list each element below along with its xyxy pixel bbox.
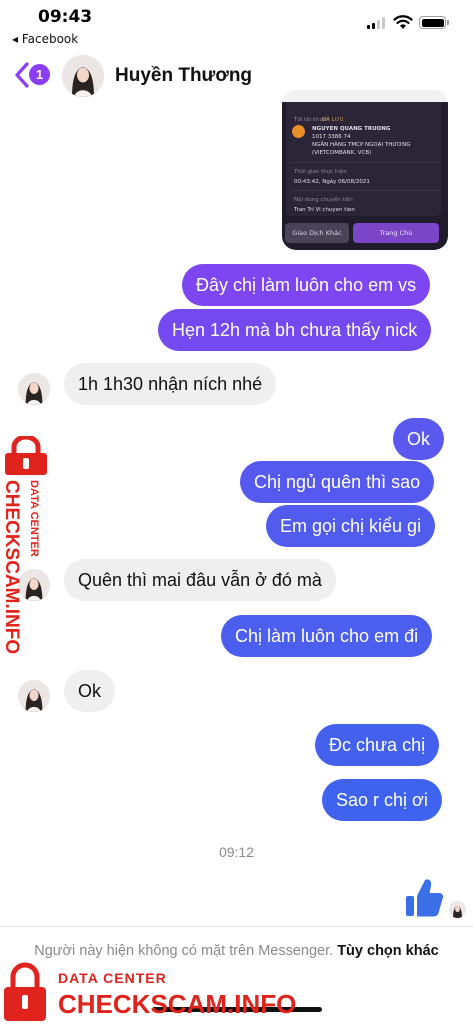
signal-icon <box>367 17 385 29</box>
watermark-line1: DATA CENTER <box>58 970 167 986</box>
watermark-line2: CHECKSCAM.INFO <box>58 989 297 1019</box>
home-button: Trang Chủ <box>353 223 439 243</box>
message-bubble-outgoing[interactable]: Em gọi chị kiểu gi <box>266 505 436 547</box>
conversation-header: 1 Huyền Thương <box>0 50 473 102</box>
status-bar: 09:43 ◂ Facebook <box>0 0 473 50</box>
message-bubble-outgoing[interactable]: Sao r chị ơi <box>322 779 442 821</box>
divider <box>290 190 440 191</box>
status-time: 09:43 <box>38 7 93 27</box>
unread-count-badge[interactable]: 1 <box>29 64 50 85</box>
lock-icon <box>4 962 46 1021</box>
more-options-link[interactable]: Tùy chọn khác <box>337 943 439 959</box>
notice-text: Người này hiện không có mặt trên Messeng… <box>34 943 334 959</box>
message-timestamp: 09:12 <box>218 844 255 860</box>
content-value: Tran Tri Vi chuyen tien <box>294 207 355 213</box>
account-number: 1017 3386 74 <box>312 134 351 140</box>
bank-name: NGÂN HÀNG TMCP NGOẠI THƯƠNG <box>312 142 411 148</box>
message-bubble-outgoing[interactable]: Ok <box>393 418 445 460</box>
other-transaction-button: Giao Dịch Khác <box>285 223 349 243</box>
time-label: Thời gian thực hiện <box>294 169 347 175</box>
message-bubble-incoming[interactable]: Ok <box>64 670 116 712</box>
bank-logo <box>292 125 305 138</box>
message-bubble-outgoing[interactable]: Đc chưa chị <box>315 724 440 766</box>
back-to-app-link[interactable]: ◂ Facebook <box>12 32 78 46</box>
message-bubble-outgoing[interactable]: Đây chị làm luôn cho em vs <box>182 264 431 306</box>
watermark-bottom: DATA CENTER CHECKSCAM.INFO <box>0 962 300 1024</box>
svg-text:CHECKSCAM.INFO: CHECKSCAM.INFO <box>1 480 22 654</box>
battery-icon <box>419 16 449 29</box>
content-label: Nội dung chuyển tiền <box>294 197 353 203</box>
time-value: 00:43:42, Ngày 06/08/2021 <box>294 179 370 185</box>
avatar[interactable] <box>62 55 104 97</box>
watermark-side: CHECKSCAM.INFO DATA CENTER <box>0 436 56 676</box>
lock-icon <box>5 436 47 475</box>
image-attachment[interactable]: Tới tài khoản ĐÃ LƯU NGUYEN QUANG TRUONG… <box>282 90 448 250</box>
watermark-vertical-text: CHECKSCAM.INFO DATA CENTER <box>1 480 40 654</box>
wifi-icon <box>393 15 413 29</box>
notice-text-container: Người này hiện không có mặt trên Messeng… <box>30 940 443 962</box>
contact-name[interactable]: Huyền Thương <box>115 65 252 87</box>
message-bubble-incoming[interactable]: 1h 1h30 nhận ních nhé <box>64 363 277 405</box>
message-bubble-outgoing[interactable]: Chị làm luôn cho em đi <box>221 615 433 657</box>
recipient-name: NGUYEN QUANG TRUONG <box>312 126 391 132</box>
avatar <box>18 680 50 712</box>
seen-avatar <box>449 901 466 918</box>
svg-text:DATA CENTER: DATA CENTER <box>28 480 40 557</box>
message-bubble-outgoing[interactable]: Hẹn 12h mà bh chưa thấy nick <box>158 309 432 351</box>
like-icon[interactable] <box>404 876 444 918</box>
message-bubble-outgoing[interactable]: Chị ngủ quên thì sao <box>240 461 435 503</box>
divider <box>290 162 440 163</box>
message-bubble-incoming[interactable]: Quên thì mai đâu vẫn ở đó mà <box>64 559 336 601</box>
bank-short-name: (VIETCOMBANK, VCB) <box>312 150 372 156</box>
saved-tag: ĐÃ LƯU <box>322 117 344 123</box>
avatar <box>18 373 50 405</box>
